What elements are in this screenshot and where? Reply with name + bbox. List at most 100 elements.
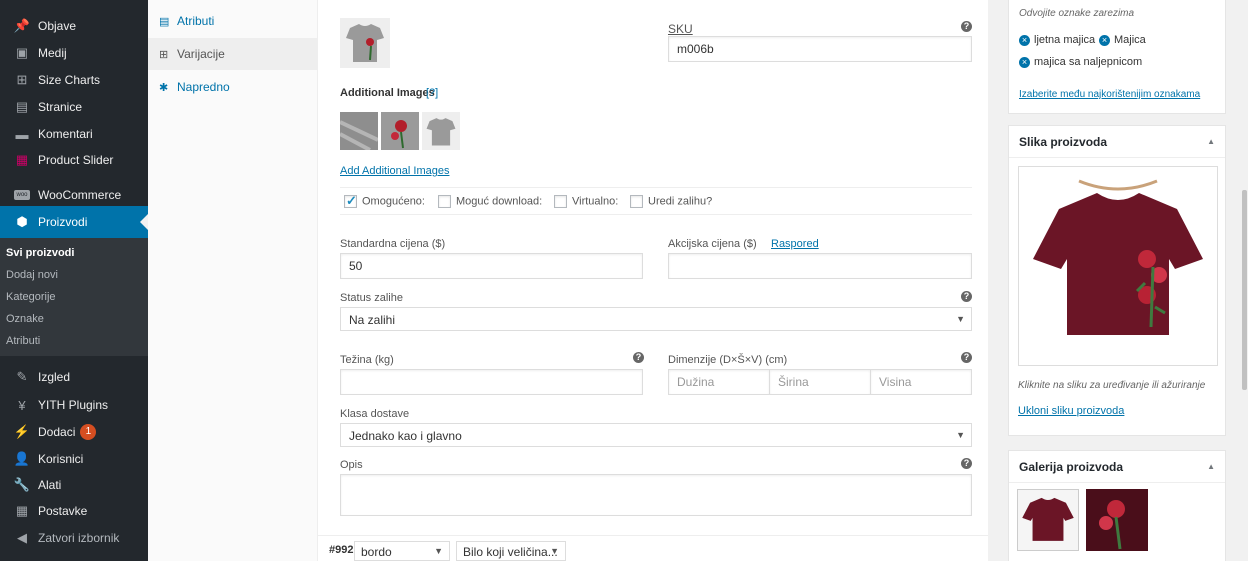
submenu-svi-proizvodi[interactable]: Svi proizvodi [6, 247, 74, 259]
shipping-class-select[interactable]: Jednako kao i glavno ▼ [340, 423, 972, 447]
tags-hint: Odvojite oznake zarezima [1019, 8, 1135, 19]
menu-item-objave[interactable]: 📌 Objave [0, 13, 148, 39]
wrench-icon: 🔧 [13, 477, 31, 492]
description-label: Opis [340, 459, 363, 471]
additional-images-label: Additional Images [340, 87, 435, 99]
submenu-dodaj-novi[interactable]: Dodaj novi [6, 269, 58, 281]
product-gallery-box-header[interactable]: Galerija proizvoda ▲ [1009, 451, 1225, 483]
manage-stock-checkbox[interactable] [630, 195, 643, 208]
menu-item-izgled[interactable]: ✎ Izgled [0, 364, 148, 390]
remove-tag-icon[interactable]: × [1019, 57, 1030, 68]
menu-item-korisnici[interactable]: 👤 Korisnici [0, 446, 148, 472]
gallery-image-1[interactable] [1017, 489, 1079, 551]
menu-item-medij[interactable]: ▣ Medij [0, 40, 148, 66]
additional-image-3[interactable] [422, 112, 460, 150]
variation-id: #992 [329, 544, 354, 556]
list-icon: ▤ [159, 15, 170, 28]
product-image-box: Slika proizvoda ▲ Kliknite na sliku za ur… [1008, 125, 1226, 436]
stock-status-select[interactable]: Na zalihi ▼ [340, 307, 972, 331]
description-textarea[interactable] [340, 474, 972, 516]
grid-icon: ⊞ [16, 72, 28, 87]
help-icon[interactable]: ? [961, 21, 972, 32]
remove-tag-icon[interactable]: × [1099, 35, 1110, 46]
remove-tag-icon[interactable]: × [1019, 35, 1030, 46]
help-icon[interactable]: ? [961, 352, 972, 363]
menu-item-collapse[interactable]: ◀ Zatvori izbornik [0, 525, 148, 551]
sale-price-label: Akcijska cijena ($) [668, 238, 757, 250]
regular-price-label: Standardna cijena ($) [340, 238, 446, 250]
tag-item: × majica sa naljepnicom [1019, 56, 1142, 68]
media-icon: ▣ [15, 45, 29, 60]
menu-item-proizvodi[interactable]: ⬢ Proizvodi [0, 206, 148, 238]
enabled-checkbox[interactable] [344, 193, 357, 209]
menu-item-size-charts[interactable]: ⊞ Size Charts [0, 67, 148, 93]
chevron-down-icon: ▼ [956, 314, 965, 324]
gallery-image-2[interactable] [1086, 489, 1148, 551]
next-variation-row[interactable]: #992 bordo ▼ Bilo koji veličina... ▼ [318, 535, 988, 561]
regular-price-input[interactable]: 50 [340, 253, 643, 279]
update-count-badge: 1 [80, 424, 97, 440]
additional-image-1[interactable] [339, 112, 379, 152]
variation-size-select[interactable]: Bilo koji veličina... ▼ [456, 541, 566, 561]
menu-item-product-slider[interactable]: ▦ Product Slider [0, 147, 148, 173]
variation-panel: SKU ? m006b Additional Images [?] Add Ad… [318, 0, 988, 561]
add-additional-images-link[interactable]: Add Additional Images [340, 165, 449, 177]
stock-status-label: Status zalihe [340, 292, 403, 304]
right-sidebar: Odvojite oznake zarezima × ljetna majica … [1008, 0, 1226, 561]
additional-image-2[interactable] [381, 112, 419, 150]
toggle-arrow-icon[interactable]: ▲ [1207, 137, 1215, 146]
page-scrollbar[interactable] [1240, 0, 1248, 561]
length-input[interactable]: Dužina [668, 369, 770, 395]
enabled-option[interactable]: Omogućeno: [344, 193, 425, 209]
help-icon[interactable]: ? [961, 458, 972, 469]
variation-color-select[interactable]: bordo ▼ [354, 541, 450, 561]
weight-label: Težina (kg) [340, 354, 394, 366]
scrollbar-thumb[interactable] [1242, 190, 1247, 390]
tag-item: × ljetna majica [1019, 34, 1095, 46]
menu-item-stranice[interactable]: ▤ Stranice [0, 94, 148, 120]
choose-tags-link[interactable]: Izaberite među najkorištenijim oznakama [1019, 89, 1200, 100]
product-data-tabs: ▤ Atributi ⊞ Varijacije ✱ Napredno [148, 0, 318, 561]
help-icon[interactable]: ? [961, 291, 972, 302]
chevron-down-icon: ▼ [550, 546, 559, 556]
menu-item-dodaci[interactable]: ⚡ Dodaci 1 [0, 419, 148, 445]
sku-label: SKU [668, 22, 693, 36]
tab-napredno[interactable]: ✱ Napredno [148, 71, 318, 103]
toggle-arrow-icon[interactable]: ▲ [1207, 462, 1215, 471]
submenu-oznake[interactable]: Oznake [6, 313, 44, 325]
plugin-icon: ⚡ [13, 424, 31, 439]
submenu-kategorije[interactable]: Kategorije [6, 291, 56, 303]
tab-atributi[interactable]: ▤ Atributi [148, 5, 318, 37]
manage-stock-option[interactable]: Uredi zalihu? [630, 195, 712, 208]
menu-item-woocommerce[interactable]: woo WooCommerce [0, 182, 148, 208]
additional-images-help-link[interactable]: [?] [426, 87, 438, 99]
maroon-shirt-image [1033, 179, 1203, 335]
downloadable-option[interactable]: Moguć download: [438, 195, 542, 208]
grid-icon: ⊞ [159, 48, 169, 61]
remove-product-image-link[interactable]: Ukloni sliku proizvoda [1018, 405, 1124, 417]
virtual-option[interactable]: Virtualno: [554, 195, 618, 208]
menu-item-komentari[interactable]: ▬ Komentari [0, 121, 148, 147]
width-input[interactable]: Širina [769, 369, 871, 395]
brush-icon: ✎ [16, 369, 28, 384]
schedule-link[interactable]: Raspored [771, 238, 819, 250]
submenu-atributi[interactable]: Atributi [6, 335, 40, 347]
sku-input[interactable]: m006b [668, 36, 972, 62]
menu-item-yith[interactable]: ¥ YITH Plugins [0, 392, 148, 418]
fabric-image [339, 112, 379, 152]
products-submenu: Svi proizvodi Dodaj novi Kategorije Ozna… [0, 238, 148, 356]
tag-item: × Majica [1099, 34, 1146, 46]
menu-item-alati[interactable]: 🔧 Alati [0, 472, 148, 498]
product-image[interactable] [1018, 166, 1218, 366]
virtual-checkbox[interactable] [554, 195, 567, 208]
height-input[interactable]: Visina [870, 369, 972, 395]
help-icon[interactable]: ? [633, 352, 644, 363]
variation-image[interactable] [340, 18, 390, 68]
product-image-box-header[interactable]: Slika proizvoda ▲ [1009, 126, 1225, 158]
sale-price-input[interactable] [668, 253, 972, 279]
weight-input[interactable] [340, 369, 643, 395]
menu-item-postavke[interactable]: ▦ Postavke [0, 498, 148, 524]
downloadable-checkbox[interactable] [438, 195, 451, 208]
tab-varijacije[interactable]: ⊞ Varijacije [148, 38, 318, 70]
embroidery-closeup-image [1086, 489, 1148, 551]
